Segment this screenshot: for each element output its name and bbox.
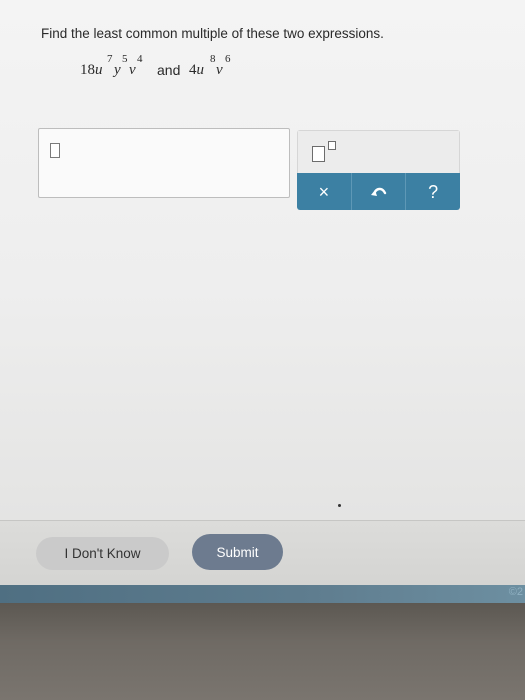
monitor-bezel <box>0 603 525 700</box>
dont-know-button[interactable]: I Don't Know <box>36 537 169 570</box>
expression-1: 18u <box>80 62 103 79</box>
expr1-exp-v: 4 <box>137 53 143 65</box>
expression-2: 4u <box>189 62 204 79</box>
conjunction-and: and <box>157 62 181 78</box>
expr2-exp-u: 8 <box>210 53 216 65</box>
expr1-var-u: u <box>95 62 103 78</box>
help-icon: ? <box>428 181 439 202</box>
expr1-var-y-wrap: y <box>114 62 121 79</box>
palette-action-row: × ? <box>297 173 460 210</box>
expr1-coefficient: 18 <box>80 62 95 78</box>
clear-button[interactable]: × <box>297 173 352 210</box>
expr2-exp-v: 6 <box>225 53 231 65</box>
expr1-var-v-wrap: v <box>129 62 136 79</box>
input-cursor-placeholder <box>50 143 60 158</box>
undo-button[interactable] <box>352 173 407 210</box>
expr1-var-v: v <box>129 62 136 78</box>
expr2-var-v-wrap: v <box>216 62 223 79</box>
expr1-exp-y: 5 <box>122 53 128 65</box>
screen-speck <box>338 504 341 507</box>
expr1-var-y: y <box>114 62 121 78</box>
math-palette: × ? <box>297 130 460 210</box>
question-prompt: Find the least common multiple of these … <box>41 26 384 41</box>
expr2-coefficient: 4 <box>189 62 197 78</box>
expr2-var-u: u <box>196 62 205 78</box>
bottom-status-strip: ©2 <box>0 585 525 603</box>
question-page: Find the least common multiple of these … <box>0 0 525 520</box>
undo-arrow-icon <box>370 187 386 196</box>
close-icon: × <box>318 181 330 202</box>
answer-input[interactable] <box>38 128 290 198</box>
submit-button[interactable]: Submit <box>192 534 283 570</box>
help-button[interactable]: ? <box>406 173 460 210</box>
copyright-text: ©2 <box>508 586 523 598</box>
expr2-var-v: v <box>216 62 223 78</box>
expr1-exp-u: 7 <box>107 53 113 65</box>
exponent-template-button[interactable] <box>297 130 460 173</box>
